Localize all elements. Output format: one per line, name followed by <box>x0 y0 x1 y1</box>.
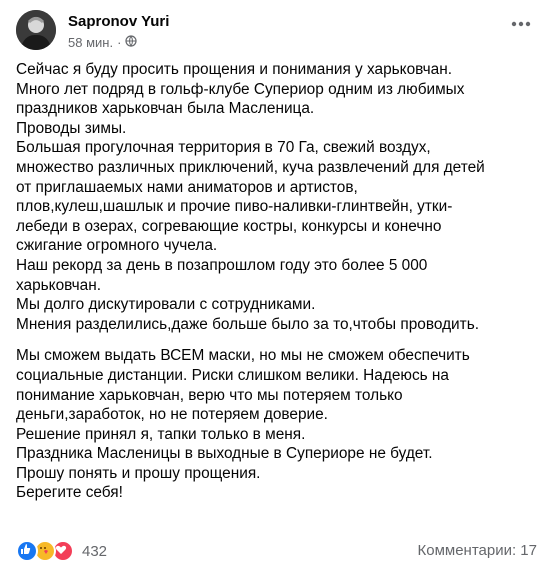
post-text-line: Наш рекорд за день в позапрошлом году эт… <box>16 256 428 274</box>
post-meta: 58 мин. · <box>68 35 138 50</box>
reactions-summary[interactable]: 432 <box>16 540 107 562</box>
post-text-line: сжигание огромного чучела. <box>16 237 218 255</box>
post-time[interactable]: 58 мин. <box>68 35 113 50</box>
more-options-icon <box>511 21 531 27</box>
post-text-line: Много лет подряд в гольф-клубе Супериор … <box>16 80 465 98</box>
post-text-line: Берегите себя! <box>16 484 123 502</box>
comments-count-link[interactable]: Комментарии: 17 <box>418 542 538 559</box>
post-text-line: от приглашаемых нами аниматоров и артист… <box>16 178 358 196</box>
post-text-line: Проводы зимы. <box>16 119 127 137</box>
post-text-line: лебеди в озерах, согревающие костры, кон… <box>16 217 442 235</box>
post-text-line: Мы долго дискутировали с сотрудниками. <box>16 296 316 314</box>
post-text-line: плов,кулеш,шашлык и прочие пиво-наливки-… <box>16 198 453 216</box>
author-name[interactable]: Sapronov Yuri <box>68 13 169 30</box>
post-text-line: харьковчан. <box>16 276 101 294</box>
globe-icon <box>125 35 138 50</box>
post-text: Сейчас я буду просить прощения и пониман… <box>16 56 541 503</box>
post-text-part-2: Мы сможем выдать ВСЕМ маски, но мы не см… <box>16 346 541 503</box>
avatar[interactable] <box>16 10 56 50</box>
post-text-line: Сейчас я буду просить прощения и пониман… <box>16 61 452 78</box>
post-text-line: Праздника Масленицы в выходные в Суперио… <box>16 445 433 463</box>
thumbs-up-icon <box>16 540 38 562</box>
post-text-part-1: Сейчас я буду просить прощения и пониман… <box>16 60 541 334</box>
post-text-line: Прошу понять и прошу прощения. <box>16 464 261 482</box>
reaction-count: 432 <box>82 542 108 560</box>
facebook-post: Sapronov Yuri 58 мин. · Сейчас я буду пр… <box>0 0 553 568</box>
post-text-line: праздников харьковчан была Масленица. <box>16 100 315 118</box>
post-text-line: деньги,заработок, но не потеряем доверие… <box>16 406 328 424</box>
post-footer: 432 Комментарии: 17 <box>16 540 537 564</box>
meta-separator: · <box>117 35 122 50</box>
post-text-line: понимание харьковчан, верю что мы потеря… <box>16 386 403 404</box>
more-options-button[interactable] <box>509 14 533 34</box>
post-text-line: Мы сможем выдать ВСЕМ маски, но мы не см… <box>16 347 470 365</box>
post-text-line: множество различных приключений, куча ра… <box>16 158 485 176</box>
post-text-line: социальные дистанции. Риски слишком вели… <box>16 366 449 384</box>
post-text-line: Мнения разделились,даже больше было за т… <box>16 315 479 333</box>
post-header: Sapronov Yuri 58 мин. · <box>16 10 541 52</box>
post-text-line: Решение принял я, тапки только в меня. <box>16 425 306 443</box>
post-text-line: Большая прогулочная территория в 70 Га, … <box>16 139 431 157</box>
